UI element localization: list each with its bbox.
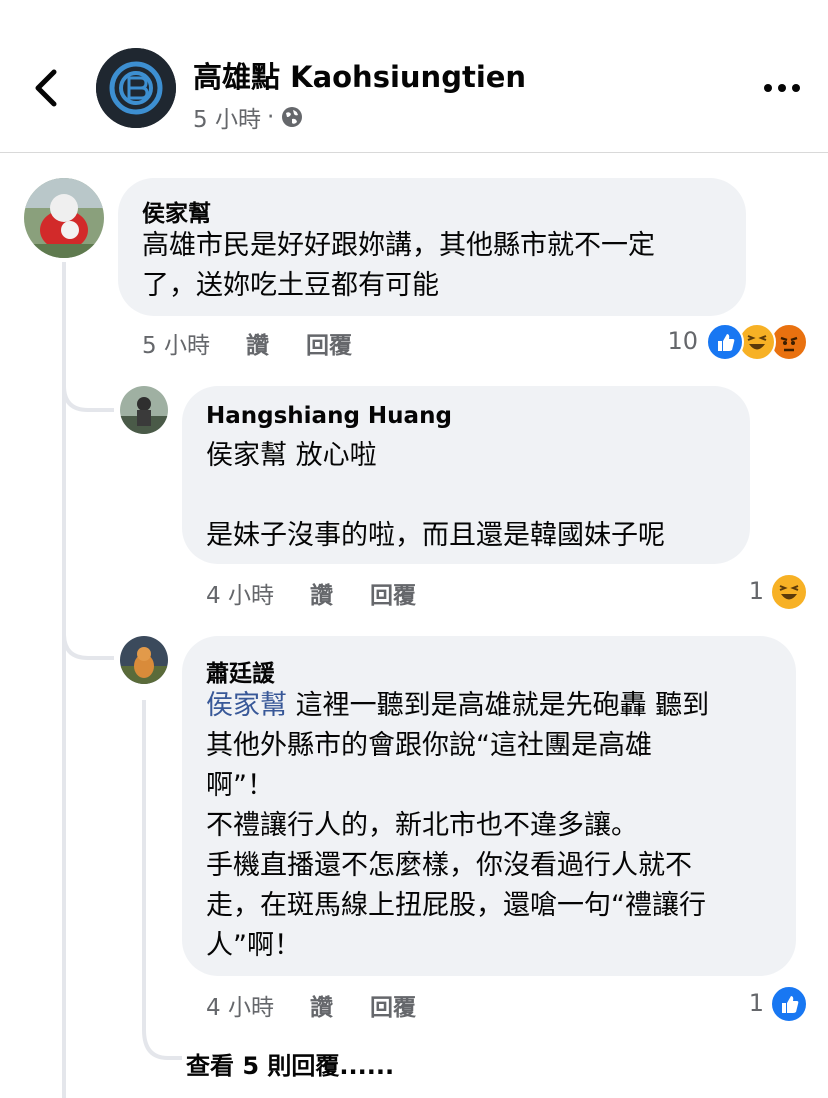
page-avatar[interactable] bbox=[96, 48, 176, 128]
comment-author[interactable]: 侯家幫 bbox=[142, 194, 211, 228]
avatar-image bbox=[24, 178, 104, 258]
thread-connector bbox=[62, 370, 114, 412]
comment-actions: 5 小時 讚 回覆 bbox=[142, 326, 442, 360]
comment-author[interactable]: Hangshiang Huang bbox=[206, 403, 452, 429]
comment-time: 5 小時 bbox=[142, 333, 210, 359]
like-button[interactable]: 讚 bbox=[246, 326, 269, 360]
like-icon[interactable] bbox=[706, 323, 744, 361]
mention-link[interactable]: 侯家幫 bbox=[206, 690, 287, 721]
meta-dot: · bbox=[266, 104, 275, 130]
commenter-avatar[interactable] bbox=[24, 178, 104, 258]
thread-connector bbox=[62, 618, 114, 660]
comment-text: 侯家幫 放心啦 是妹子沒事的啦，而且還是韓國妹子呢 bbox=[206, 440, 665, 551]
reply-button[interactable]: 回覆 bbox=[306, 326, 352, 360]
thread-connector bbox=[142, 700, 182, 1060]
commenter-avatar[interactable] bbox=[120, 386, 168, 434]
avatar-image bbox=[120, 636, 168, 684]
page-logo-icon bbox=[96, 48, 176, 128]
like-button[interactable]: 讚 bbox=[310, 988, 333, 1022]
post-header: 高雄點 Kaohsiungtien 5 小時 · bbox=[0, 0, 828, 153]
comment-text: 侯家幫 這裡一聽到是高雄就是先砲轟 聽到 其他外縣市的會跟你說“這社團是高雄 啊… bbox=[206, 686, 790, 966]
avatar-image bbox=[120, 386, 168, 434]
reply-button[interactable]: 回覆 bbox=[370, 576, 416, 610]
comment-author[interactable]: 蕭廷諼 bbox=[206, 654, 275, 688]
haha-icon[interactable] bbox=[770, 573, 808, 611]
reaction-count[interactable]: 10 bbox=[650, 327, 698, 355]
like-button[interactable]: 讚 bbox=[310, 576, 333, 610]
more-icon bbox=[764, 84, 800, 92]
page-title[interactable]: 高雄點 Kaohsiungtien bbox=[193, 54, 526, 96]
comment-text: 高雄市民是好好跟妳講，其他縣市就不一定 了，送妳吃土豆都有可能 bbox=[142, 230, 655, 301]
chevron-left-icon bbox=[35, 69, 57, 107]
globe-icon bbox=[282, 107, 303, 127]
more-options-button[interactable] bbox=[760, 76, 804, 100]
reply-button[interactable]: 回覆 bbox=[370, 988, 416, 1022]
comment-actions: 4 小時 讚 回覆 bbox=[206, 988, 506, 1022]
post-time: 5 小時 bbox=[193, 107, 261, 133]
view-more-replies[interactable]: 查看 5 則回覆...... bbox=[186, 1046, 394, 1081]
like-icon[interactable] bbox=[770, 985, 808, 1023]
reaction-count[interactable]: 1 bbox=[720, 577, 764, 605]
reaction-count[interactable]: 1 bbox=[720, 989, 764, 1017]
back-button[interactable] bbox=[30, 68, 66, 108]
comment-time: 4 小時 bbox=[206, 995, 274, 1021]
comment-time: 4 小時 bbox=[206, 583, 274, 609]
comment-body: 這裡一聽到是高雄就是先砲轟 聽到 其他外縣市的會跟你說“這社團是高雄 啊”！ 不… bbox=[206, 690, 710, 961]
commenter-avatar[interactable] bbox=[120, 636, 168, 684]
comment-actions: 4 小時 讚 回覆 bbox=[206, 576, 506, 610]
post-meta: 5 小時 · bbox=[193, 100, 304, 134]
